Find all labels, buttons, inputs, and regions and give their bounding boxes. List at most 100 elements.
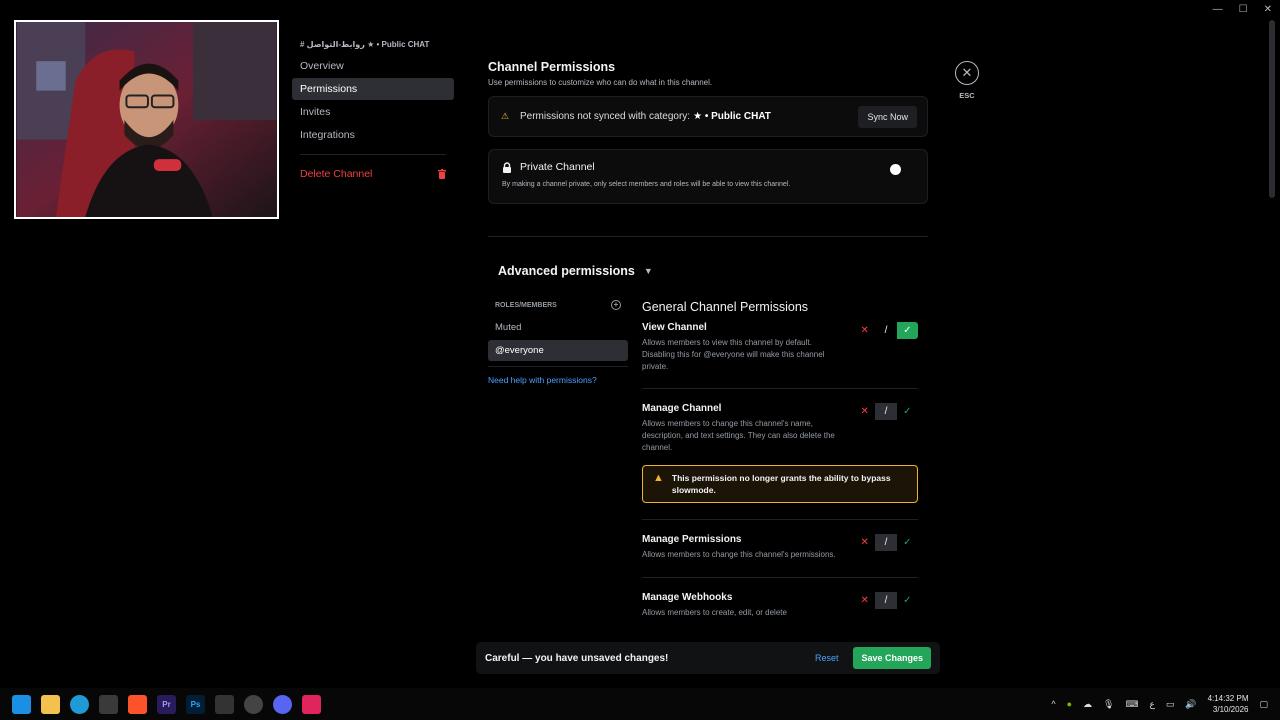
permission-description: Allows members to change this channel's … xyxy=(642,550,836,559)
settings-sidebar: # روابط-التواصل ★ • Public CHAT Overview… xyxy=(292,36,454,186)
roles-header: ROLES/MEMBERS + xyxy=(488,298,628,312)
permissions-help-link[interactable]: Need help with permissions? xyxy=(488,375,628,385)
close-window-icon[interactable]: ✕ xyxy=(1264,4,1272,15)
unsaved-changes-bar: Careful — you have unsaved changes! Rese… xyxy=(476,642,940,674)
language-indicator[interactable]: ع xyxy=(1149,699,1154,710)
slowmode-warning: ▲ This permission no longer grants the a… xyxy=(642,465,918,503)
warning-triangle-icon: ▲ xyxy=(653,472,664,484)
delete-channel-label: Delete Channel xyxy=(300,168,373,180)
minimize-icon[interactable]: — xyxy=(1213,4,1223,15)
sidebar-item-invites[interactable]: Invites xyxy=(292,101,454,123)
permissions-section-title: General Channel Permissions xyxy=(642,300,809,314)
private-channel-card: Private Channel By making a channel priv… xyxy=(488,149,928,204)
premiere-pro-icon[interactable]: Pr xyxy=(157,694,176,714)
private-channel-label: Private Channel xyxy=(520,161,595,173)
network-icon[interactable]: ▭ xyxy=(1166,699,1175,710)
webcam-overlay xyxy=(14,20,279,219)
toggle-knob xyxy=(890,164,901,175)
deny-button[interactable]: ✕ xyxy=(854,403,875,420)
scrollbar[interactable] xyxy=(1269,20,1275,198)
advanced-permissions-label: Advanced permissions xyxy=(498,264,635,278)
sidebar-item-integrations[interactable]: Integrations xyxy=(292,124,454,146)
private-channel-description: By making a channel private, only select… xyxy=(502,181,791,188)
neutral-button[interactable]: / xyxy=(875,534,897,551)
allow-button[interactable]: ✓ xyxy=(897,403,918,420)
obs-icon[interactable] xyxy=(215,694,234,714)
allow-button[interactable]: ✓ xyxy=(897,534,918,551)
tiktok-icon[interactable] xyxy=(302,694,321,714)
photoshop-icon[interactable]: Ps xyxy=(186,694,205,714)
sidebar-divider xyxy=(300,154,446,155)
sync-now-button[interactable]: Sync Now xyxy=(858,105,917,128)
page-subtitle: Use permissions to customize who can do … xyxy=(488,78,713,87)
roles-divider xyxy=(488,366,628,367)
nvidia-icon[interactable]: ● xyxy=(1067,699,1072,709)
webcam-image xyxy=(16,22,277,217)
roles-header-label: ROLES/MEMBERS xyxy=(495,301,557,309)
clock-date: 3/10/2026 xyxy=(1212,705,1249,714)
role-item-everyone[interactable]: @everyone xyxy=(488,340,628,361)
add-role-icon[interactable]: + xyxy=(611,300,621,310)
notifications-icon[interactable]: ▢ xyxy=(1259,699,1268,710)
unsaved-message: Careful — you have unsaved changes! xyxy=(485,652,669,664)
store-icon[interactable] xyxy=(99,694,118,714)
roles-members-list: ROLES/MEMBERS + Muted @everyone Need hel… xyxy=(488,298,628,385)
sync-category: ★ • Public CHAT xyxy=(693,111,771,122)
permission-description: Allows members to view this channel by d… xyxy=(642,338,825,371)
sync-message: Permissions not synced with category: xyxy=(520,111,691,122)
permission-toggle-group: ✕ / ✓ xyxy=(854,322,918,339)
reset-button[interactable]: Reset xyxy=(815,653,839,663)
deny-button[interactable]: ✕ xyxy=(854,592,875,609)
sidebar-item-permissions[interactable]: Permissions xyxy=(292,78,454,100)
close-icon: ✕ xyxy=(961,65,973,80)
section-divider xyxy=(488,236,928,237)
delete-channel-button[interactable]: Delete Channel xyxy=(292,163,454,185)
permission-description: Allows members to change this channel's … xyxy=(642,419,835,452)
microphone-icon[interactable]: 🎙 xyxy=(1103,699,1114,710)
sidebar-channel-header: # روابط-التواصل ★ • Public CHAT xyxy=(300,40,430,49)
keyboard-icon[interactable]: ⌨ xyxy=(1125,699,1138,710)
page-title: Channel Permissions xyxy=(488,60,616,74)
onedrive-icon[interactable]: ☁ xyxy=(1083,699,1092,710)
lock-icon xyxy=(503,161,511,173)
permission-manage-channel: Manage Channel Allows members to change … xyxy=(642,403,918,520)
clock-time: 4:14:32 PM xyxy=(1207,694,1249,703)
advanced-permissions-toggle[interactable]: Advanced permissions ▼ xyxy=(498,264,653,278)
chevron-up-icon[interactable]: ^ xyxy=(1051,699,1055,709)
permission-toggle-group: ✕ / ✓ xyxy=(854,403,918,420)
brave-icon[interactable] xyxy=(128,694,147,714)
chrome-icon[interactable] xyxy=(244,694,263,714)
esc-label: ESC xyxy=(959,91,975,100)
allow-button[interactable]: ✓ xyxy=(897,592,918,609)
permission-description: Allows members to create, edit, or delet… xyxy=(642,608,787,617)
edge-icon[interactable] xyxy=(70,694,89,714)
volume-icon[interactable]: 🔊 xyxy=(1185,699,1196,710)
permission-view-channel: View Channel Allows members to view this… xyxy=(642,322,918,389)
windows-start-icon[interactable] xyxy=(12,694,31,714)
neutral-button[interactable]: / xyxy=(875,322,896,339)
window-controls: — ☐ ✕ xyxy=(1213,4,1272,15)
deny-button[interactable]: ✕ xyxy=(854,534,875,551)
deny-button[interactable]: ✕ xyxy=(854,322,875,339)
permission-manage-permissions: Manage Permissions Allows members to cha… xyxy=(642,534,918,578)
discord-icon[interactable] xyxy=(273,694,292,714)
role-item-muted[interactable]: Muted xyxy=(488,317,628,338)
permission-toggle-group: ✕ / ✓ xyxy=(854,592,918,609)
warning-text: This permission no longer grants the abi… xyxy=(671,473,891,495)
maximize-icon[interactable]: ☐ xyxy=(1239,4,1248,15)
trash-icon xyxy=(438,169,446,179)
channel-permissions-panel: Channel Permissions Use permissions to c… xyxy=(488,60,928,204)
permission-manage-webhooks: Manage Webhooks Allows members to create… xyxy=(642,592,918,632)
permission-toggle-group: ✕ / ✓ xyxy=(854,534,918,551)
warning-icon: ⚠ xyxy=(501,111,510,121)
clock[interactable]: 4:14:32 PM 3/10/2026 xyxy=(1208,693,1249,715)
sync-notice: ⚠ Permissions not synced with category: … xyxy=(488,96,928,137)
sidebar-item-overview[interactable]: Overview xyxy=(292,55,454,77)
neutral-button[interactable]: / xyxy=(875,592,897,609)
save-changes-button[interactable]: Save Changes xyxy=(853,647,931,669)
file-explorer-icon[interactable] xyxy=(41,694,60,714)
private-channel-toggle[interactable] xyxy=(889,162,915,177)
close-settings-button[interactable]: ✕ xyxy=(955,61,979,85)
neutral-button[interactable]: / xyxy=(875,403,897,420)
allow-button[interactable]: ✓ xyxy=(896,322,918,339)
